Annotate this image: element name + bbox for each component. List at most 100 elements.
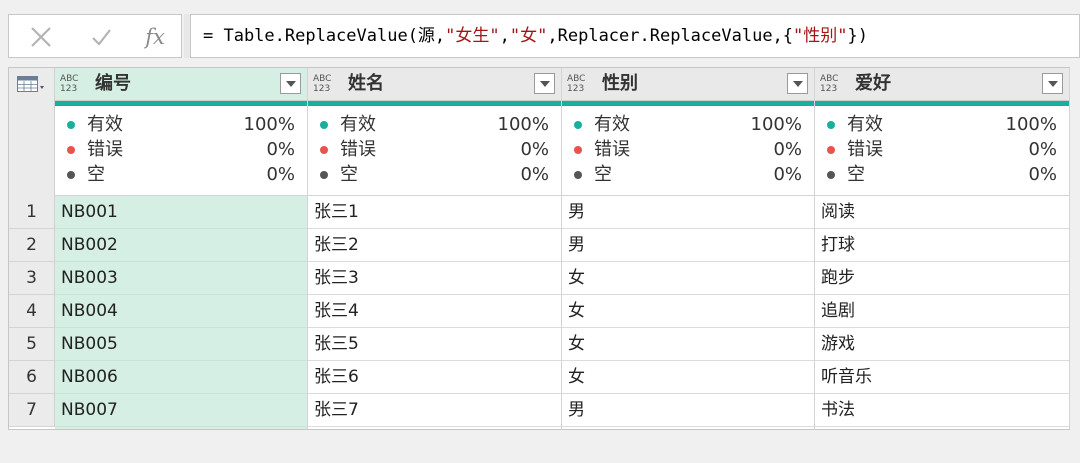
column-name: 姓名	[348, 73, 384, 94]
table-cell[interactable]: 张三3	[308, 262, 561, 295]
table-icon	[17, 76, 45, 98]
stat-value: 0%	[773, 164, 802, 185]
chevron-down-icon	[1047, 80, 1058, 87]
table-cell[interactable]: 张三4	[308, 295, 561, 328]
table-cell[interactable]: NB006	[55, 361, 307, 394]
table-cell[interactable]: 书法	[815, 394, 1069, 427]
type-any-icon[interactable]: ABC 123	[820, 74, 844, 96]
stat-label: 有效	[87, 114, 123, 135]
type-icon-top: ABC	[313, 74, 332, 84]
filter-dropdown-button[interactable]	[280, 73, 301, 94]
stat-label: 错误	[340, 139, 376, 160]
table-cell[interactable]: 男	[562, 229, 814, 262]
close-icon[interactable]	[23, 21, 59, 53]
table-cell[interactable]: NB004	[55, 295, 307, 328]
stat-value: 100%	[497, 114, 549, 135]
column-4: ABC 123 爱好有效 100% 错误 0% 空 0% 阅读 打球 跑步 追剧 游戏 听音乐 书法	[815, 68, 1070, 429]
stat-value: 0%	[1028, 139, 1057, 160]
table-cell[interactable]: 打球	[815, 229, 1069, 262]
column-header[interactable]: ABC 123 编号	[55, 68, 307, 101]
valid-dot-icon	[67, 121, 75, 129]
column-1: ABC 123 编号 有效 100% 错误 0% 空 0% NB001 NB002 NB003 NB00…	[55, 68, 308, 429]
stat-label: 错误	[87, 139, 123, 160]
column-3: ABC 123 性别 有效 100% 错误 0% 空 0% 男男女女女女男	[562, 68, 815, 429]
stat-error: 错误 0%	[318, 137, 549, 162]
type-any-icon[interactable]: ABC 123	[313, 74, 337, 96]
chevron-down-icon	[792, 80, 803, 87]
stat-label: 空	[340, 164, 358, 185]
formula-part: = Table.ReplaceValue(源,	[203, 26, 446, 46]
stat-valid: 有效 100%	[825, 112, 1057, 137]
column-header[interactable]: ABC 123 姓名	[308, 68, 561, 101]
formula-part: ,Replacer.ReplaceValue,{	[547, 26, 794, 46]
stat-label: 空	[87, 164, 105, 185]
stat-label: 错误	[847, 139, 883, 160]
stat-value: 100%	[750, 114, 802, 135]
stat-label: 有效	[594, 114, 630, 135]
column-2: ABC 123 姓名 有效 100% 错误 0% 空 0% 张三1 张三2 张三3 张三4 张三5 张三6 张…	[308, 68, 562, 429]
stat-value: 0%	[520, 139, 549, 160]
table-cell[interactable]: 游戏	[815, 328, 1069, 361]
table-cell[interactable]: 张三2	[308, 229, 561, 262]
table-cell[interactable]: 女	[562, 295, 814, 328]
table-cell[interactable]: NB003	[55, 262, 307, 295]
stat-value: 0%	[773, 139, 802, 160]
formula-input[interactable]: = Table.ReplaceValue(源,"女生","女",Replacer…	[190, 14, 1080, 58]
stat-empty: 空 0%	[825, 162, 1057, 187]
row-number[interactable]: 2	[9, 229, 55, 262]
row-number[interactable]: 1	[9, 196, 55, 229]
table-cell[interactable]: 跑步	[815, 262, 1069, 295]
table-cell[interactable]: 张三5	[308, 328, 561, 361]
table-cell[interactable]: 男	[562, 394, 814, 427]
column-header[interactable]: ABC 123 性别	[562, 68, 814, 101]
table-cell[interactable]: 女	[562, 361, 814, 394]
filter-dropdown-button[interactable]	[787, 73, 808, 94]
column-name: 性别	[602, 73, 638, 94]
stat-label: 错误	[594, 139, 630, 160]
stat-value: 0%	[1028, 164, 1057, 185]
stat-valid: 有效 100%	[572, 112, 802, 137]
row-number[interactable]: 3	[9, 262, 55, 295]
table-cell[interactable]: 张三7	[308, 394, 561, 427]
valid-dot-icon	[827, 121, 835, 129]
table-cell[interactable]: 女	[562, 328, 814, 361]
stat-error: 错误 0%	[825, 137, 1057, 162]
stat-empty: 空 0%	[572, 162, 802, 187]
error-dot-icon	[574, 146, 582, 154]
filter-dropdown-button[interactable]	[534, 73, 555, 94]
table-cell[interactable]: 男	[562, 196, 814, 229]
table-cell[interactable]: 追剧	[815, 295, 1069, 328]
table-cell[interactable]: NB001	[55, 196, 307, 229]
column-header[interactable]: ABC 123 爱好	[815, 68, 1069, 101]
table-cell[interactable]: 阅读	[815, 196, 1069, 229]
table-cell[interactable]: NB007	[55, 394, 307, 427]
stat-value: 100%	[1005, 114, 1057, 135]
valid-dot-icon	[574, 121, 582, 129]
column-name: 编号	[95, 73, 131, 94]
type-any-icon[interactable]: ABC 123	[567, 74, 591, 96]
check-icon[interactable]	[83, 21, 119, 53]
stat-valid: 有效 100%	[65, 112, 295, 137]
table-cell[interactable]: 张三1	[308, 196, 561, 229]
stat-value: 0%	[266, 139, 295, 160]
stat-label: 空	[847, 164, 865, 185]
row-number[interactable]: 6	[9, 361, 55, 394]
formula-string: "性别"	[793, 26, 848, 46]
table-cell[interactable]: 女	[562, 262, 814, 295]
row-number[interactable]: 4	[9, 295, 55, 328]
stat-value: 0%	[520, 164, 549, 185]
column-name: 爱好	[855, 73, 891, 94]
stat-error: 错误 0%	[65, 137, 295, 162]
table-cell[interactable]: NB005	[55, 328, 307, 361]
table-cell[interactable]: 听音乐	[815, 361, 1069, 394]
row-number[interactable]: 7	[9, 394, 55, 427]
table-cell[interactable]: 张三6	[308, 361, 561, 394]
filter-dropdown-button[interactable]	[1042, 73, 1063, 94]
fx-button[interactable]: fx	[137, 21, 173, 53]
table-cell[interactable]: NB002	[55, 229, 307, 262]
row-number[interactable]: 5	[9, 328, 55, 361]
type-any-icon[interactable]: ABC 123	[60, 74, 84, 96]
formula-part: ,	[499, 26, 510, 46]
table-menu-button[interactable]	[9, 68, 55, 196]
type-icon-top: ABC	[820, 74, 839, 84]
